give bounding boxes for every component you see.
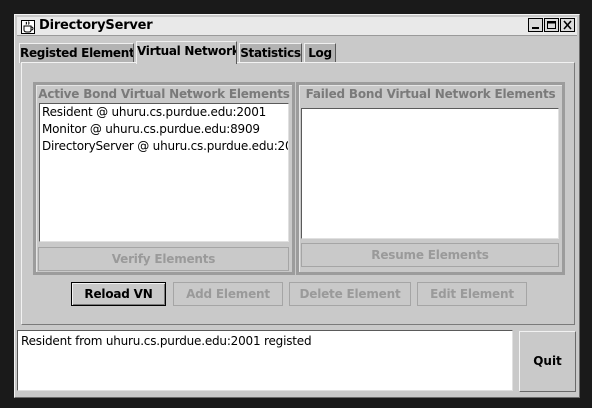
log-output[interactable]: Resident from uhuru.cs.purdue.edu:2001 r… <box>17 330 513 391</box>
close-icon[interactable] <box>560 18 575 32</box>
tab-log[interactable]: Log <box>304 43 336 63</box>
maximize-icon[interactable] <box>544 18 559 32</box>
verify-elements-button[interactable]: Verify Elements <box>38 247 289 271</box>
failed-elements-title: Failed Bond Virtual Network Elements <box>305 87 556 101</box>
tab-registed-elements[interactable]: Registed Elements <box>19 43 134 63</box>
quit-button[interactable]: Quit <box>519 331 576 392</box>
active-elements-group: Active Bond Virtual Network Elements Res… <box>33 82 295 275</box>
tab-statistics[interactable]: Statistics <box>239 43 302 63</box>
failed-elements-list[interactable] <box>301 108 559 239</box>
active-elements-title: Active Bond Virtual Network Elements <box>38 87 290 101</box>
edit-element-button[interactable]: Edit Element <box>417 282 527 306</box>
virtual-network-panel: Active Bond Virtual Network Elements Res… <box>21 62 575 325</box>
list-item[interactable]: Resident @ uhuru.cs.purdue.edu:2001 <box>40 104 288 121</box>
failed-elements-group: Failed Bond Virtual Network Elements Res… <box>296 82 565 275</box>
list-item[interactable]: Monitor @ uhuru.cs.purdue.edu:8909 <box>40 121 288 138</box>
delete-element-button[interactable]: Delete Element <box>289 282 411 306</box>
tab-virtual-network[interactable]: Virtual Network <box>136 41 237 64</box>
resume-elements-button[interactable]: Resume Elements <box>301 243 559 267</box>
minimize-icon[interactable] <box>528 18 543 32</box>
active-elements-list[interactable]: Resident @ uhuru.cs.purdue.edu:2001 Moni… <box>39 103 289 242</box>
add-element-button[interactable]: Add Element <box>173 282 283 306</box>
window-title: DirectoryServer <box>39 18 153 33</box>
title-bar[interactable]: DirectoryServer <box>17 17 577 36</box>
reload-vn-button[interactable]: Reload VN <box>71 282 166 306</box>
java-cup-icon <box>21 19 35 34</box>
log-message: Resident from uhuru.cs.purdue.edu:2001 r… <box>21 334 312 348</box>
list-item[interactable]: DirectoryServer @ uhuru.cs.purdue.edu:20… <box>40 138 288 155</box>
directory-server-window: DirectoryServer Registed Elements Virtua… <box>14 14 580 398</box>
